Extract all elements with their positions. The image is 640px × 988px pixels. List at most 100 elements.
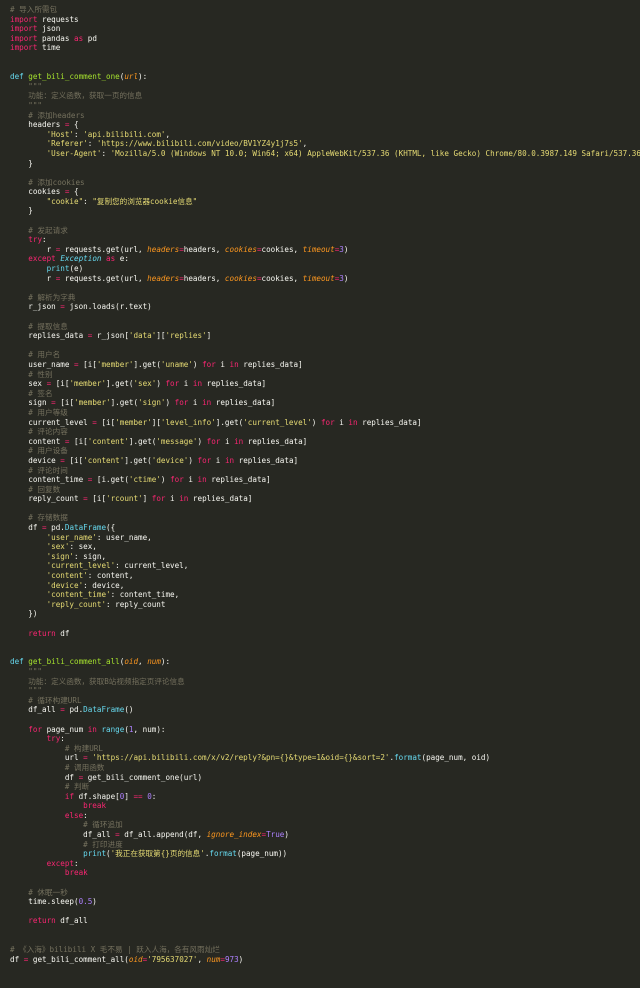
- builtin-token: print: [46, 264, 70, 274]
- code-text-token: get_bili_comment_all(: [28, 954, 129, 964]
- code-text-token: : reply_count: [106, 599, 166, 609]
- keyword-token: for: [170, 475, 184, 485]
- code-line: # 构建URL: [10, 744, 640, 754]
- code-text-token: json.loads(r.text): [64, 302, 152, 312]
- code-line: }: [10, 206, 640, 216]
- code-text-token: sign: [10, 398, 52, 408]
- builtin-token: range: [101, 724, 125, 734]
- code-line: break: [10, 801, 640, 811]
- keyword-token: else: [64, 810, 84, 820]
- code-text-token: ({: [106, 523, 116, 533]
- code-line: # 调用函数: [10, 763, 640, 773]
- code-text-token: :: [60, 734, 65, 744]
- string-token: 'member': [96, 359, 134, 369]
- code-line: user_name = [i['member'].get('uname') fo…: [10, 360, 640, 370]
- string-token: 'Mozilla/5.0 (Windows NT 10.0; Win64; x6…: [110, 148, 640, 158]
- keyword-token: in: [234, 436, 244, 446]
- keyword-token: except: [28, 254, 56, 264]
- code-line: # 循环追加: [10, 820, 640, 830]
- code-line: for page_num in range(1, num):: [10, 725, 640, 735]
- string-token: 'uname': [160, 359, 193, 369]
- comment-token: # 循环追加: [10, 820, 123, 830]
- code-line: 'sex': sex,: [10, 542, 640, 552]
- code-text-token: [i[: [87, 494, 107, 504]
- comment-token: # 性别: [10, 369, 53, 379]
- builtin-token: DataFrame: [64, 523, 107, 533]
- code-text-token: replies_data]: [234, 455, 299, 465]
- string-token: '795637027': [147, 954, 198, 964]
- code-text-token: ): [284, 830, 289, 840]
- code-text-token: time.sleep(: [10, 897, 79, 907]
- code-text-token: : content_time,: [110, 590, 180, 600]
- keyword-token: break: [83, 801, 107, 811]
- keyword-token: break: [64, 868, 88, 878]
- code-text-token: ].get(: [128, 436, 157, 446]
- code-text-token: i: [215, 359, 230, 369]
- comment-token: # 用户名: [10, 350, 61, 360]
- code-area[interactable]: # 导入所需包 import requests import json import …: [10, 5, 640, 964]
- code-line: # 解析为字典: [10, 293, 640, 303]
- code-line: }: [10, 159, 640, 169]
- code-text-token: df_all: [10, 705, 61, 715]
- code-line: # 提取信息: [10, 322, 640, 332]
- keyword-token: return: [28, 916, 56, 926]
- code-line: # 休眠一秒: [10, 888, 640, 898]
- keyword-token: for: [202, 359, 216, 369]
- code-text-token: : sign,: [74, 551, 107, 561]
- argument-token: url: [124, 72, 139, 82]
- code-line: # 存储数据: [10, 513, 640, 523]
- code-line: 'Referer': 'https://www.bilibili.com/vid…: [10, 139, 640, 149]
- comment-token: # 添加headers: [10, 110, 85, 120]
- keyword-token: in: [179, 494, 189, 504]
- code-text-token: :: [74, 858, 79, 868]
- string-token: 'member': [69, 379, 107, 389]
- code-text-token: :: [101, 148, 111, 158]
- code-line: 'sign': sign,: [10, 552, 640, 562]
- comment-token: # 调用函数: [10, 762, 105, 772]
- keyword-token: import: [10, 33, 38, 43]
- code-text-token: ]: [206, 331, 212, 341]
- code-line: print(e): [10, 264, 640, 274]
- code-text-token: df: [10, 954, 24, 964]
- code-text-token: headers: [10, 120, 65, 130]
- code-line: # 打印进度: [10, 840, 640, 850]
- number-token: True: [266, 830, 285, 840]
- code-line: import time: [10, 43, 640, 53]
- code-text-token: requests.get(url,: [60, 273, 148, 283]
- code-text-token: get_bili_comment_one(url): [83, 772, 203, 782]
- code-line: 'user_name': user_name,: [10, 533, 640, 543]
- comment-token: # 评论内容: [10, 427, 68, 437]
- keyword-token: return: [28, 628, 56, 638]
- code-line: sign = [i['member'].get('sign') for i in…: [10, 398, 640, 408]
- builtin-token: format: [209, 849, 237, 859]
- string-token: 'content': [83, 455, 125, 465]
- code-text-token: sex: [10, 379, 47, 389]
- keyword-token: in: [202, 398, 212, 408]
- keyword-token: import: [10, 24, 38, 34]
- code-text-token: df.shape[: [74, 791, 120, 801]
- code-text-token: content_time: [10, 475, 88, 485]
- comment-token: 功能：定义函数，获取B站视频指定页评论信息: [10, 676, 185, 686]
- code-text-token: : device,: [83, 580, 125, 590]
- comment-token: # 循环构建URL: [10, 695, 82, 705]
- code-line: # 添加cookies: [10, 178, 640, 188]
- code-text-token: : user_name,: [96, 532, 152, 542]
- code-text-token: url: [10, 753, 84, 763]
- keyword-token: in: [224, 455, 235, 465]
- code-text-token: e:: [115, 254, 129, 264]
- code-line: 功能：定义函数，获取一页的信息: [10, 91, 640, 101]
- string-token: 'https://api.bilibili.com/x/v2/reply?&pn…: [92, 753, 390, 763]
- exception-name-token: Exception: [60, 254, 102, 264]
- code-text-token: replies_data]: [357, 417, 422, 427]
- keyword-token: for: [28, 724, 43, 734]
- code-line: time.sleep(0.5): [10, 897, 640, 907]
- code-text-token: cookies,: [261, 273, 303, 283]
- code-editor[interactable]: # 导入所需包 import requests import json import …: [0, 0, 640, 988]
- code-text-token: (page_num, oid): [421, 753, 491, 763]
